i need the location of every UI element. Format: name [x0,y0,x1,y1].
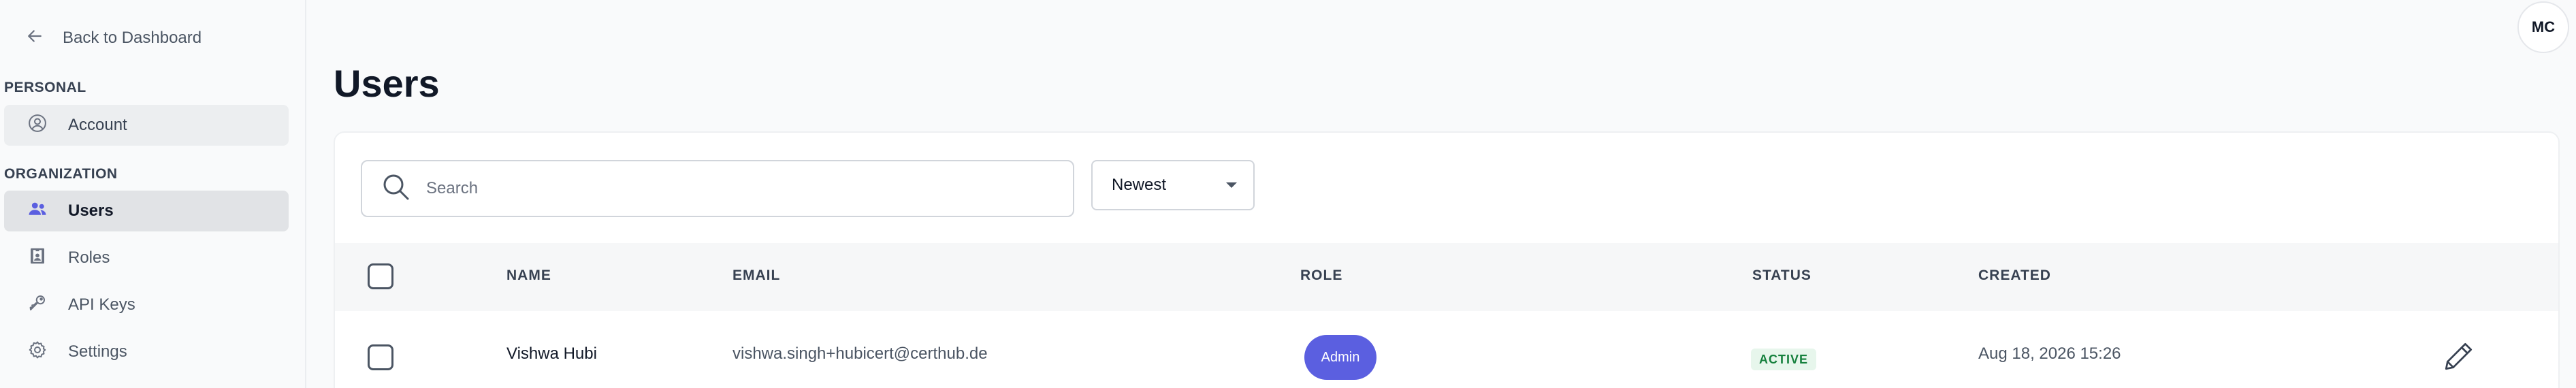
search-icon [380,171,413,207]
users-table-card: Newest NAME EMAIL ROLE STATUS CREATED Vi… [334,131,2560,388]
select-all-checkbox[interactable] [368,263,393,289]
table-header: NAME EMAIL ROLE STATUS CREATED [335,243,2558,311]
page-title: Users [334,62,440,105]
sidebar: Back to Dashboard PERSONAL Account ORGAN… [0,0,306,388]
column-header-name[interactable]: NAME [506,268,551,284]
user-name: Vishwa Hubi [506,344,597,363]
table-row[interactable]: Vishwa Hubi vishwa.singh+hubicert@certhu… [335,311,2558,388]
sidebar-item-roles[interactable]: Roles [4,238,289,278]
sidebar-item-label: Users [68,201,114,220]
key-icon [27,293,48,318]
caret-down-icon [1226,182,1237,188]
sidebar-item-label: Account [68,116,127,134]
sort-select[interactable]: Newest [1091,160,1255,210]
column-header-created[interactable]: CREATED [1978,268,2051,284]
sort-select-value: Newest [1112,176,1167,194]
personal-section-label: PERSONAL [4,80,86,95]
column-header-email[interactable]: EMAIL [732,268,780,284]
sidebar-item-label: Roles [68,248,110,267]
column-header-role[interactable]: ROLE [1300,268,1342,284]
sidebar-item-api-keys[interactable]: API Keys [4,285,289,325]
organization-section-label: ORGANIZATION [4,166,118,182]
column-header-status[interactable]: STATUS [1752,268,1812,284]
badge-icon [27,246,48,271]
user-email: vishwa.singh+hubicert@certhub.de [732,344,988,363]
row-checkbox[interactable] [368,344,393,370]
arrow-left-icon [25,26,45,51]
gear-icon [27,340,48,365]
pencil-icon [2442,339,2476,376]
sidebar-item-label: Settings [68,342,127,361]
user-circle-icon [27,113,48,138]
role-badge: Admin [1304,335,1376,380]
users-icon [27,199,48,224]
sidebar-item-account[interactable]: Account [4,105,289,146]
user-avatar[interactable]: MC [2517,1,2569,53]
edit-user-button[interactable] [2440,338,2478,376]
back-to-dashboard-label: Back to Dashboard [63,29,202,47]
search-input[interactable] [426,179,1039,198]
back-to-dashboard-link[interactable]: Back to Dashboard [25,25,202,52]
created-date: Aug 18, 2026 15:26 [1978,344,2121,363]
sidebar-item-users[interactable]: Users [4,191,289,231]
sidebar-item-settings[interactable]: Settings [4,332,289,372]
status-badge: ACTIVE [1751,349,1817,370]
search-field[interactable] [361,160,1074,217]
sidebar-item-label: API Keys [68,295,135,314]
